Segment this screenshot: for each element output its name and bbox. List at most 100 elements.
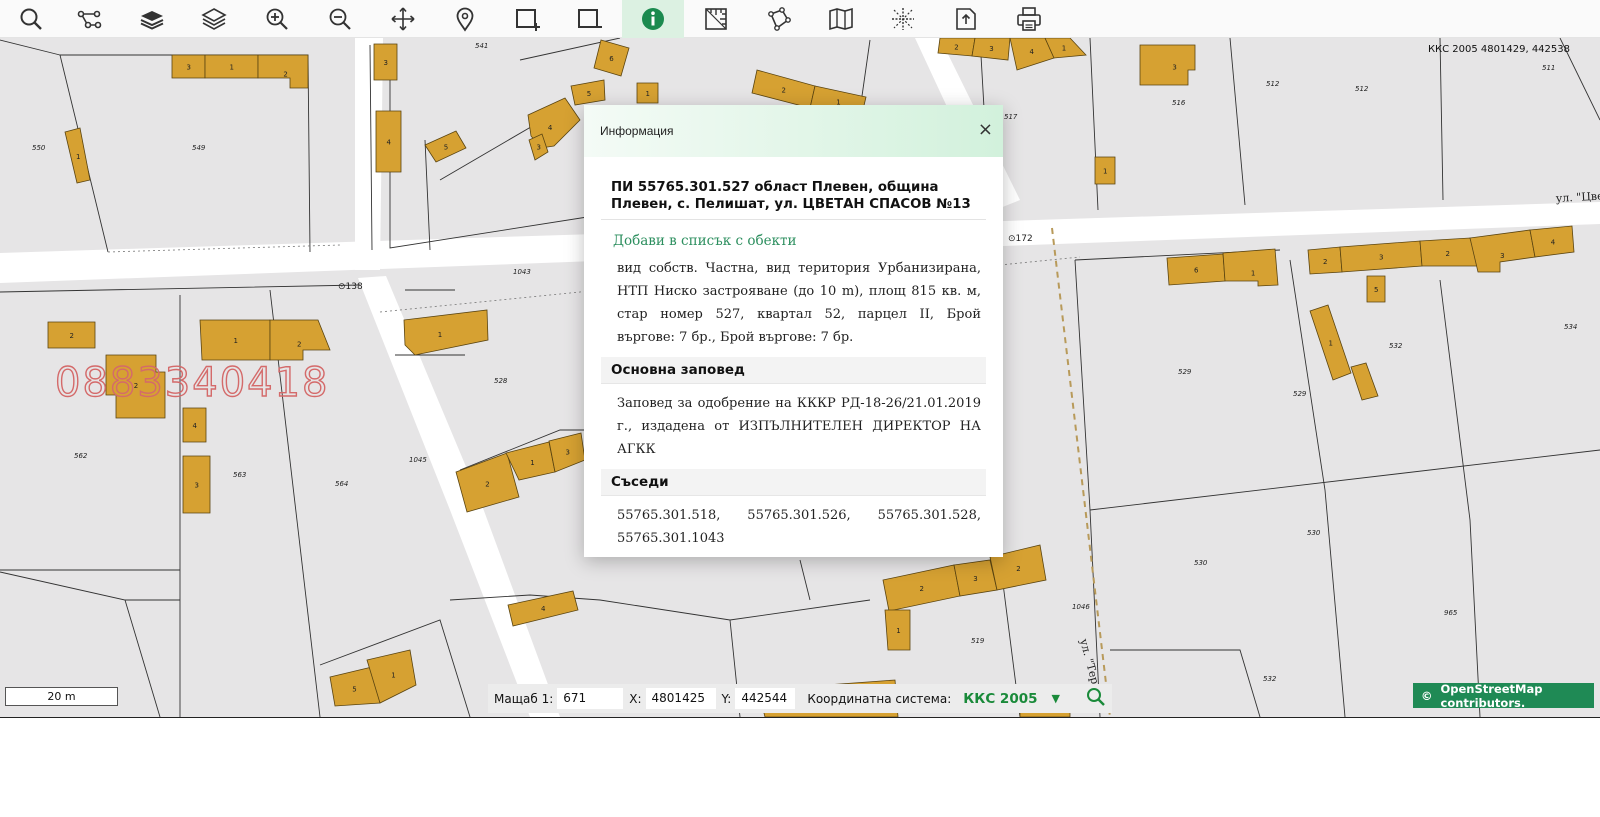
layers-solid-tool[interactable] bbox=[121, 0, 183, 38]
y-coordinate-field[interactable]: 442544 bbox=[735, 688, 796, 709]
polygon-icon bbox=[768, 7, 791, 31]
parcel-number[interactable]: 529 bbox=[1293, 390, 1307, 398]
info-icon bbox=[642, 8, 664, 30]
popup-header: Информация × bbox=[584, 105, 1003, 157]
scale-label: Мащаб 1: bbox=[494, 691, 554, 706]
osm-attribution[interactable]: © OpenStreetMap contributors. bbox=[1413, 682, 1594, 710]
printer-icon bbox=[1017, 7, 1041, 31]
search-tool[interactable] bbox=[0, 0, 62, 38]
parcel-number[interactable]: 1046 bbox=[1072, 603, 1090, 611]
building-number: 1 bbox=[230, 64, 234, 72]
building-number: 4 bbox=[541, 605, 546, 613]
building-number: 3 bbox=[973, 575, 977, 583]
building-number: 2 bbox=[70, 332, 74, 340]
scale-input[interactable]: 671 bbox=[557, 688, 624, 709]
building-number: 4 bbox=[548, 124, 553, 132]
neighbour-item[interactable]: 55765.301.1043 bbox=[617, 531, 725, 546]
building-number: 4 bbox=[1551, 238, 1556, 246]
parcel-number[interactable]: 564 bbox=[335, 480, 348, 488]
neighbour-item[interactable]: 55765.301.528, bbox=[878, 504, 981, 527]
copyright-icon: © bbox=[1421, 688, 1433, 703]
app-window: 3123456435121234131121212432134512321612… bbox=[0, 0, 1600, 817]
select-remove-tool[interactable] bbox=[559, 0, 621, 38]
layers-solid-icon bbox=[140, 11, 164, 30]
building-number: 3 bbox=[1379, 254, 1383, 262]
parcel-number[interactable]: 562 bbox=[74, 452, 88, 460]
building-number: 3 bbox=[187, 64, 191, 72]
y-label: Y: bbox=[721, 691, 732, 706]
popup-body: ПИ 55765.301.527 област Плевен, община П… bbox=[584, 157, 1003, 550]
building-number: 1 bbox=[1251, 270, 1255, 278]
zoom-out-tool[interactable] bbox=[309, 0, 371, 38]
rect-minus-icon bbox=[578, 9, 602, 28]
building-number: 1 bbox=[234, 337, 238, 345]
parcel-number[interactable]: 516 bbox=[1172, 99, 1186, 107]
export-tool[interactable] bbox=[935, 0, 997, 38]
neighbours-list: 55765.301.518, 55765.301.526, 55765.301.… bbox=[601, 504, 986, 550]
building-number: 2 bbox=[485, 481, 489, 489]
building-number: 1 bbox=[1103, 168, 1107, 176]
building-number: 2 bbox=[1016, 565, 1020, 573]
search-icon[interactable] bbox=[1086, 687, 1106, 710]
cursor-coordinates: ККС 2005 4801429, 442538 bbox=[1427, 44, 1570, 55]
neighbour-item[interactable]: 55765.301.518, bbox=[617, 504, 720, 527]
parcel-number[interactable]: 534 bbox=[1564, 323, 1577, 331]
parcel-number[interactable]: 511 bbox=[1542, 64, 1555, 72]
main-order-text: Заповед за одобрение на КККР РД-18-26/21… bbox=[617, 396, 981, 457]
select-add-tool[interactable] bbox=[497, 0, 559, 38]
parcel-number[interactable]: 532 bbox=[1389, 342, 1403, 350]
info-tool[interactable] bbox=[622, 0, 684, 38]
toolbar bbox=[0, 0, 1600, 38]
parcel-number[interactable]: 512 bbox=[1355, 85, 1369, 93]
close-icon[interactable]: × bbox=[978, 119, 993, 140]
scale-bar: 20 m bbox=[5, 687, 118, 706]
parcel-number[interactable]: 517 bbox=[1004, 113, 1018, 121]
parcel-number[interactable]: 1045 bbox=[409, 456, 427, 464]
building-number: 2 bbox=[297, 340, 301, 348]
parcel-number[interactable]: 529 bbox=[1178, 368, 1192, 376]
route-tool[interactable] bbox=[58, 0, 120, 38]
info-popup: Информация × ПИ 55765.301.527 област Пле… bbox=[584, 105, 1003, 557]
parcel-number[interactable]: 1043 bbox=[513, 268, 531, 276]
point-label-172: ⊙172 bbox=[1008, 234, 1033, 244]
search-icon bbox=[20, 8, 42, 30]
parcel-number[interactable]: 549 bbox=[192, 144, 206, 152]
print-tool[interactable] bbox=[998, 0, 1060, 38]
pan-tool[interactable] bbox=[372, 0, 434, 38]
parcel-number[interactable]: 532 bbox=[1263, 675, 1277, 683]
parcel-number[interactable]: 512 bbox=[1266, 80, 1280, 88]
building-number: 6 bbox=[1194, 267, 1199, 275]
layers-tool[interactable] bbox=[183, 0, 245, 38]
parcel-number[interactable]: 541 bbox=[475, 42, 488, 50]
cross-tool[interactable] bbox=[872, 0, 934, 38]
parcel-number[interactable]: 550 bbox=[32, 144, 46, 152]
building-number: 5 bbox=[587, 90, 591, 98]
parcel-number[interactable]: 530 bbox=[1307, 529, 1321, 537]
building-number: 2 bbox=[1323, 258, 1327, 266]
marker-tool[interactable] bbox=[434, 0, 496, 38]
measure-tool[interactable] bbox=[685, 0, 747, 38]
map-tool[interactable] bbox=[810, 0, 872, 38]
building-number: 2 bbox=[1446, 250, 1450, 258]
x-label: X: bbox=[629, 691, 642, 706]
map-pin-icon bbox=[456, 7, 474, 32]
polygon-tool[interactable] bbox=[747, 0, 809, 38]
status-bar: Мащаб 1: 671 X: 4801425 Y: 442544 Коорди… bbox=[488, 684, 1112, 713]
crs-select[interactable]: ККС 2005 bbox=[963, 691, 1037, 707]
zoom-in-tool[interactable] bbox=[246, 0, 308, 38]
neighbour-item[interactable]: 55765.301.526, bbox=[747, 504, 850, 527]
building-number: 5 bbox=[352, 685, 356, 693]
parcel-number[interactable]: 965 bbox=[1444, 609, 1458, 617]
x-coordinate-field[interactable]: 4801425 bbox=[645, 688, 716, 709]
parcel-description: вид собств. Частна, вид територия Урбани… bbox=[617, 261, 981, 345]
add-to-list-link[interactable]: Добави в списък с обекти bbox=[613, 233, 986, 249]
parcel-number[interactable]: 530 bbox=[1194, 559, 1208, 567]
parcel-number[interactable]: 528 bbox=[494, 377, 508, 385]
parcel-number[interactable]: 519 bbox=[971, 637, 985, 645]
building-number: 2 bbox=[782, 86, 786, 94]
building-number: 2 bbox=[920, 585, 924, 593]
folded-map-icon bbox=[829, 7, 853, 31]
building-number: 3 bbox=[195, 482, 199, 490]
parcel-number[interactable]: 563 bbox=[233, 471, 246, 479]
chevron-down-icon[interactable]: ▼ bbox=[1052, 692, 1060, 705]
